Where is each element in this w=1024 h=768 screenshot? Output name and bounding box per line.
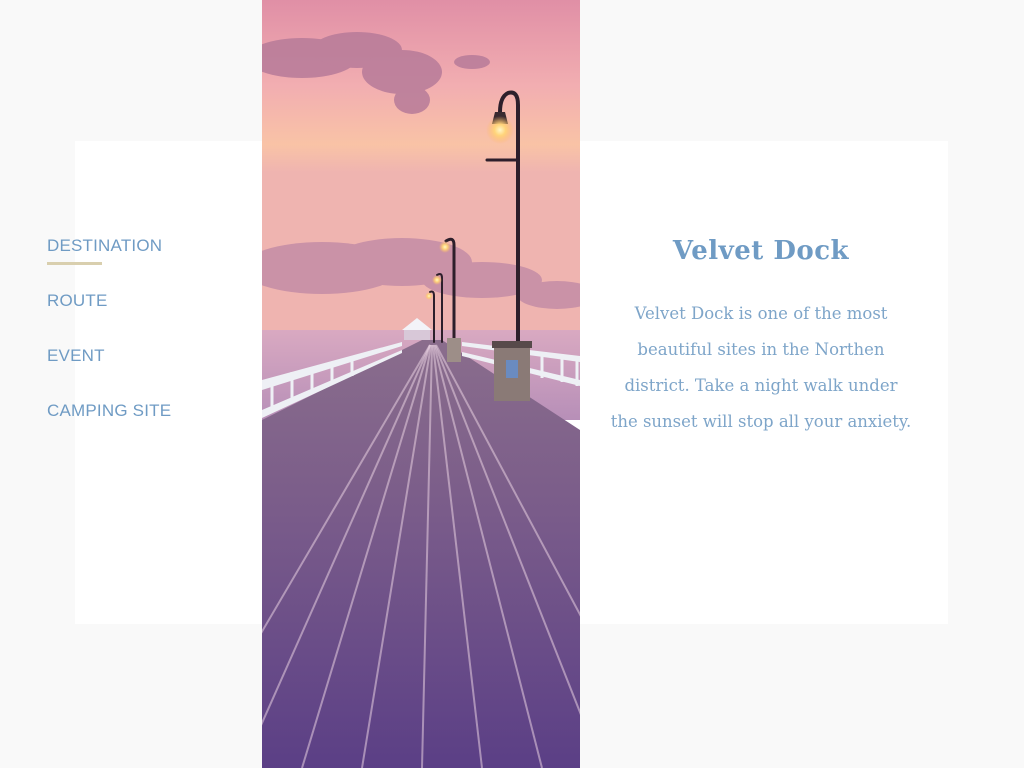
destination-info: Velvet Dock Velvet Dock is one of the mo… xyxy=(610,236,912,440)
nav-item-label: EVENT xyxy=(47,346,105,365)
pier-photo xyxy=(262,0,580,768)
nav-item-label: CAMPING SITE xyxy=(47,401,172,420)
nav-item-label: ROUTE xyxy=(47,291,108,310)
active-underline xyxy=(47,262,102,265)
destination-description: Velvet Dock is one of the most beautiful… xyxy=(610,304,912,431)
nav-item-event[interactable]: EVENT xyxy=(47,344,171,399)
nav-item-label: DESTINATION xyxy=(47,236,163,255)
nav-item-camping-site[interactable]: CAMPING SITE xyxy=(47,399,171,454)
nav-item-destination[interactable]: DESTINATION xyxy=(47,234,171,289)
side-nav: DESTINATION ROUTE EVENT CAMPING SITE xyxy=(47,234,171,454)
nav-item-route[interactable]: ROUTE xyxy=(47,289,171,344)
destination-title: Velvet Dock xyxy=(672,236,850,266)
